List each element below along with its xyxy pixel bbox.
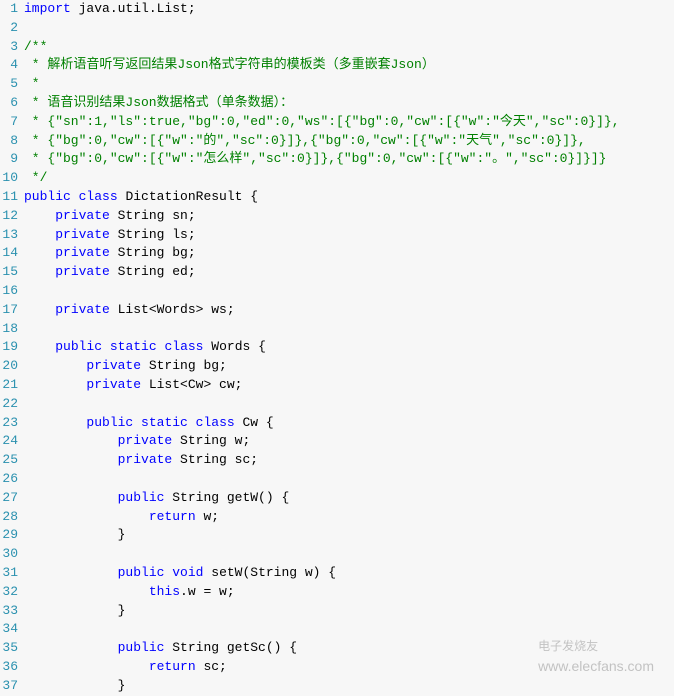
code-line: return w; [24,508,674,527]
code-line: * 解析语音听写返回结果Json格式字符串的模板类（多重嵌套Json） [24,56,674,75]
code-line: private String sc; [24,451,674,470]
code-line: private List<Cw> cw; [24,376,674,395]
code-line: */ [24,169,674,188]
line-number: 25 [0,451,18,470]
code-line: private String w; [24,432,674,451]
code-line: private List<Words> ws; [24,301,674,320]
code-line: * {"sn":1,"ls":true,"bg":0,"ed":0,"ws":[… [24,113,674,132]
code-line: public String getW() { [24,489,674,508]
code-line: /** [24,38,674,57]
line-number: 8 [0,132,18,151]
line-number: 14 [0,244,18,263]
line-number: 33 [0,602,18,621]
line-number: 1 [0,0,18,19]
code-line: private String bg; [24,244,674,263]
line-number: 35 [0,639,18,658]
line-number: 6 [0,94,18,113]
code-line: private String ed; [24,263,674,282]
line-number: 18 [0,320,18,339]
line-number-gutter: 1234567891011121314151617181920212223242… [0,0,24,695]
line-number: 17 [0,301,18,320]
code-line [24,545,674,564]
code-line: * {"bg":0,"cw":[{"w":"的","sc":0}]},{"bg"… [24,132,674,151]
line-number: 28 [0,508,18,527]
line-number: 32 [0,583,18,602]
code-line: public class DictationResult { [24,188,674,207]
code-line: } [24,526,674,545]
code-line [24,282,674,301]
line-number: 16 [0,282,18,301]
code-line: import java.util.List; [24,0,674,19]
line-number: 21 [0,376,18,395]
code-line: * [24,75,674,94]
line-number: 26 [0,470,18,489]
line-number: 22 [0,395,18,414]
line-number: 37 [0,677,18,696]
line-number: 2 [0,19,18,38]
line-number: 23 [0,414,18,433]
code-line: public void setW(String w) { [24,564,674,583]
code-line [24,620,674,639]
code-line: * {"bg":0,"cw":[{"w":"怎么样","sc":0}]},{"b… [24,150,674,169]
code-content[interactable]: import java.util.List; /** * 解析语音听写返回结果J… [24,0,674,695]
line-number: 34 [0,620,18,639]
line-number: 24 [0,432,18,451]
line-number: 5 [0,75,18,94]
code-editor: 1234567891011121314151617181920212223242… [0,0,674,695]
line-number: 12 [0,207,18,226]
line-number: 31 [0,564,18,583]
code-line: return sc; [24,658,674,677]
line-number: 11 [0,188,18,207]
code-line [24,470,674,489]
line-number: 15 [0,263,18,282]
line-number: 4 [0,56,18,75]
line-number: 36 [0,658,18,677]
code-line [24,320,674,339]
code-line: private String sn; [24,207,674,226]
line-number: 9 [0,150,18,169]
line-number: 29 [0,526,18,545]
line-number: 27 [0,489,18,508]
code-line: } [24,602,674,621]
code-line: * 语音识别结果Json数据格式（单条数据）： [24,94,674,113]
code-line: } [24,677,674,696]
line-number: 30 [0,545,18,564]
code-line: private String bg; [24,357,674,376]
code-line: this.w = w; [24,583,674,602]
line-number: 13 [0,226,18,245]
code-line: public static class Words { [24,338,674,357]
code-line: private String ls; [24,226,674,245]
code-line [24,395,674,414]
line-number: 7 [0,113,18,132]
line-number: 20 [0,357,18,376]
code-line [24,19,674,38]
code-line: public static class Cw { [24,414,674,433]
line-number: 3 [0,38,18,57]
code-line: public String getSc() { [24,639,674,658]
line-number: 19 [0,338,18,357]
line-number: 10 [0,169,18,188]
